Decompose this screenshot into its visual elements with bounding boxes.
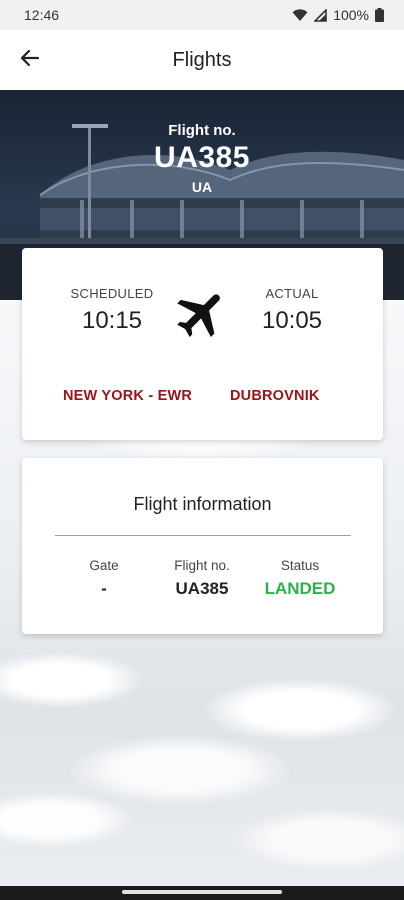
hero-flight-number: UA385 (154, 141, 250, 174)
hero-text: Flight no. UA385 UA (0, 122, 404, 195)
flight-info-title: Flight information (133, 494, 272, 514)
battery-text: 100% (333, 7, 369, 23)
battery-icon (375, 8, 384, 22)
status-icons: 100% (292, 7, 384, 23)
route-row: NEW YORK - EWR DUBROVNIK (22, 388, 383, 408)
airline-code: UA (191, 179, 213, 195)
home-handle[interactable] (122, 890, 282, 894)
wifi-icon (292, 8, 308, 22)
back-button[interactable] (14, 44, 46, 76)
flight-no-value: UA385 (175, 579, 229, 598)
scheduled-time: 10:15 (81, 307, 143, 334)
gate-value: - (101, 579, 107, 598)
status-badge: LANDED (264, 579, 336, 598)
status-bar: 12:46 100% (0, 0, 404, 30)
signal-icon (314, 8, 327, 22)
flight-info-card: Flight information Gate - Flight no. UA3… (22, 458, 383, 634)
actual-column: ACTUAL 10:05 (232, 286, 352, 335)
scheduled-column: SCHEDULED 10:15 (52, 286, 172, 335)
actual-label: ACTUAL (265, 286, 319, 301)
gate-label: Gate (89, 558, 119, 573)
scheduled-label: SCHEDULED (70, 286, 154, 301)
route-origin: NEW YORK - EWR (63, 388, 193, 404)
actual-time: 10:05 (261, 307, 323, 334)
flight-no-info-label: Flight no. (174, 558, 230, 573)
schedule-card: SCHEDULED 10:15 ACTUAL 10:05 NEW YORK - … (22, 248, 383, 440)
flight-no-label: Flight no. (168, 122, 236, 139)
route-destination: DUBROVNIK (230, 388, 320, 404)
airplane-icon (172, 284, 232, 344)
status-column: Status LANDED (250, 558, 350, 599)
app-bar: Flights (0, 30, 404, 90)
arrow-left-icon (20, 49, 40, 72)
system-nav-bar (0, 886, 404, 900)
flight-no-column: Flight no. UA385 (152, 558, 252, 599)
page-title: Flights (172, 48, 232, 71)
gate-column: Gate - (54, 558, 154, 599)
divider (55, 535, 351, 536)
status-time: 12:46 (24, 7, 60, 23)
status-label: Status (280, 558, 320, 573)
